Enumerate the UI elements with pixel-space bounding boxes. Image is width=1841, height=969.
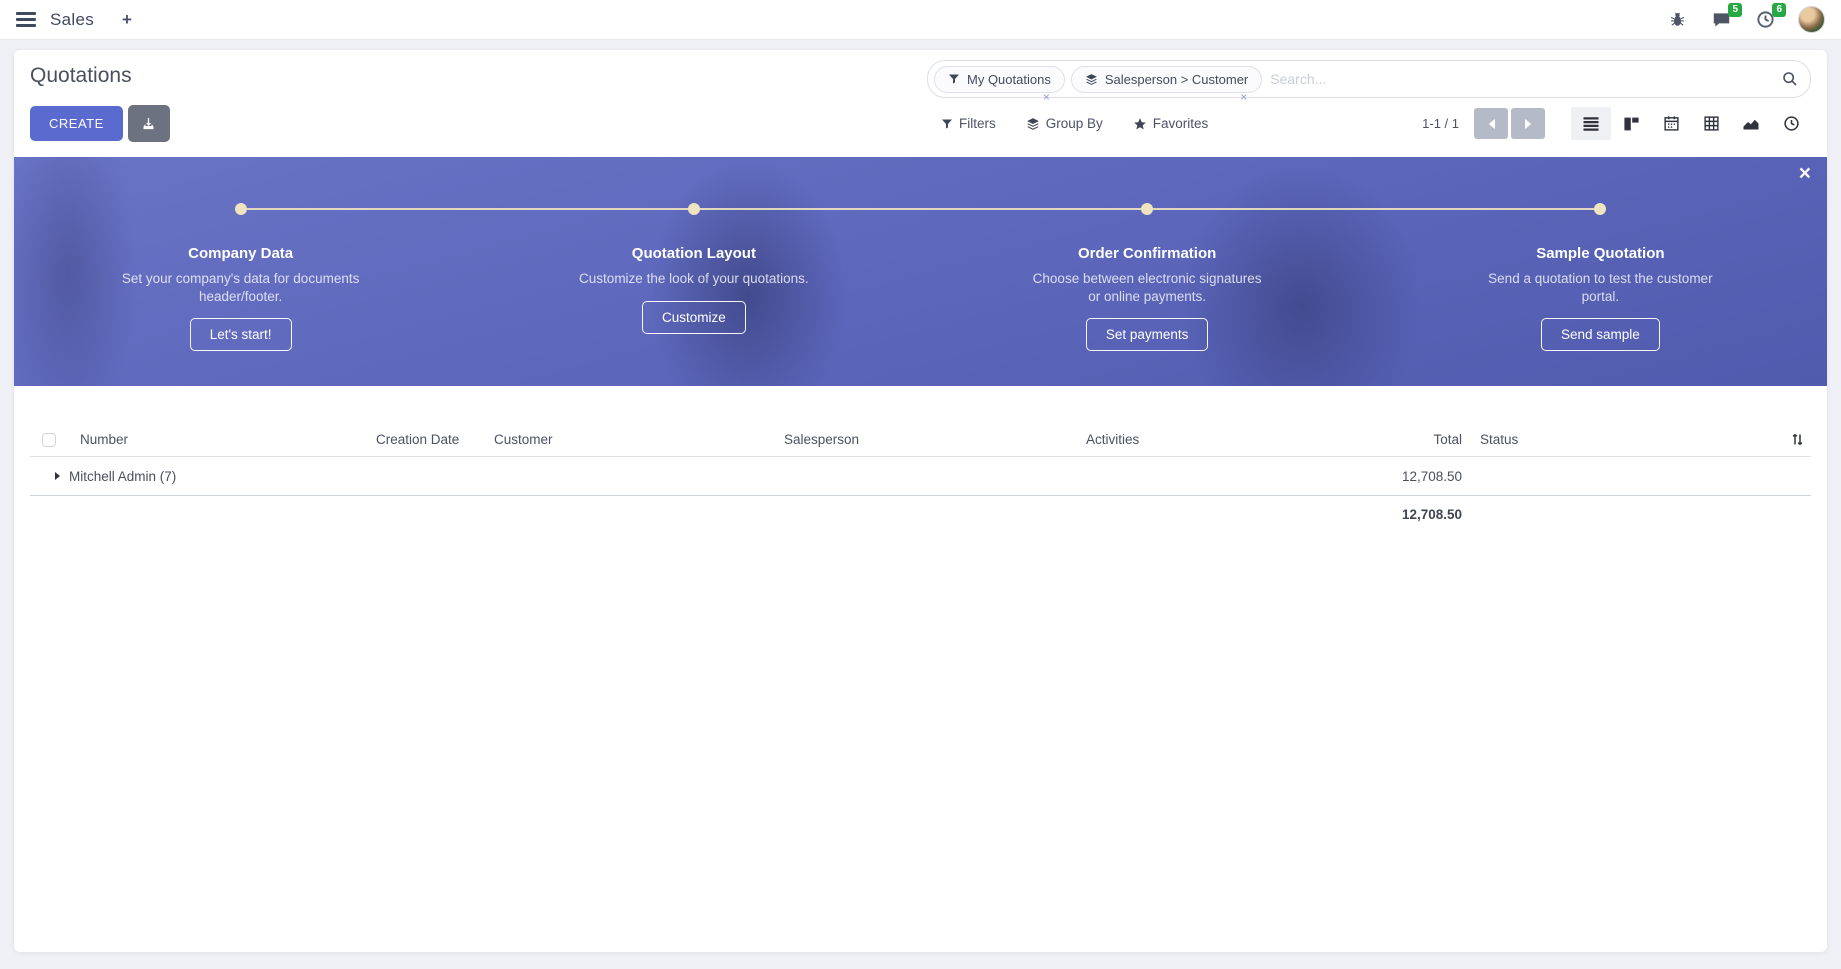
create-button[interactable]: CREATE: [30, 106, 123, 141]
group-label[interactable]: Mitchell Admin (7): [69, 469, 176, 484]
view-list-button[interactable]: [1571, 107, 1611, 140]
graph-view-icon: [1742, 116, 1760, 131]
filter-icon: [948, 73, 960, 85]
pivot-view-icon: [1703, 115, 1720, 132]
activities-count-badge: 6: [1772, 3, 1786, 17]
search-input[interactable]: [1268, 70, 1782, 88]
user-avatar[interactable]: [1798, 6, 1825, 33]
group-by-label: Group By: [1046, 116, 1103, 131]
facet-label: My Quotations: [967, 72, 1051, 87]
pager-previous-button[interactable]: [1474, 108, 1508, 139]
step-description: Customize the look of your quotations.: [579, 270, 809, 288]
column-header-total[interactable]: Total: [1308, 432, 1470, 447]
step-description: Choose between electronic signatures or …: [1027, 270, 1267, 305]
calendar-view-icon: [1663, 115, 1680, 132]
set-payments-button[interactable]: Set payments: [1086, 318, 1209, 351]
layers-icon: [1026, 117, 1040, 131]
send-sample-button[interactable]: Send sample: [1541, 318, 1660, 351]
column-header-salesperson[interactable]: Salesperson: [780, 432, 1082, 447]
activity-view-icon: [1783, 115, 1800, 132]
chevron-right-icon: [1524, 118, 1533, 130]
timeline-dot: [235, 203, 247, 215]
quick-add-icon[interactable]: +: [122, 10, 132, 30]
step-title: Order Confirmation: [1078, 245, 1216, 262]
group-total: 12,708.50: [1308, 469, 1470, 484]
filters-dropdown[interactable]: Filters: [941, 116, 996, 131]
list-footer-row: 12,708.50: [30, 495, 1811, 532]
column-header-status[interactable]: Status: [1470, 432, 1770, 447]
select-all-checkbox[interactable]: [42, 433, 56, 447]
search-icon[interactable]: [1782, 71, 1798, 87]
facet-label: Salesperson > Customer: [1105, 72, 1248, 87]
view-calendar-button[interactable]: [1651, 107, 1691, 140]
view-kanban-button[interactable]: [1611, 107, 1651, 140]
star-icon: [1133, 117, 1147, 131]
view-activity-button[interactable]: [1771, 107, 1811, 140]
group-row-mitchell-admin[interactable]: Mitchell Admin (7) 12,708.50: [30, 457, 1811, 496]
messages-count-badge: 5: [1728, 3, 1742, 17]
column-header-customer[interactable]: Customer: [490, 432, 780, 447]
facet-remove-icon[interactable]: ×: [1240, 91, 1247, 103]
view-pivot-button[interactable]: [1691, 107, 1731, 140]
control-panel: Quotations My Quotations × Salesperson >…: [14, 50, 1827, 142]
content-card: Quotations My Quotations × Salesperson >…: [14, 50, 1827, 952]
timeline-dot: [1594, 203, 1606, 215]
footer-total: 12,708.50: [1308, 507, 1470, 522]
messages-icon[interactable]: 5: [1710, 9, 1732, 31]
lets-start-button[interactable]: Let's start!: [190, 318, 292, 351]
top-navbar: Sales + 5 6: [0, 0, 1841, 40]
onboarding-step-company-data: Company Data Set your company's data for…: [14, 227, 467, 351]
layers-icon: [1085, 73, 1098, 86]
view-graph-button[interactable]: [1731, 107, 1771, 140]
facet-remove-icon[interactable]: ×: [1043, 91, 1050, 103]
filters-label: Filters: [959, 116, 996, 131]
onboarding-step-sample-quotation: Sample Quotation Send a quotation to tes…: [1374, 227, 1827, 351]
kanban-view-icon: [1623, 116, 1640, 132]
expand-caret-icon[interactable]: [55, 472, 60, 480]
banner-close-icon[interactable]: ×: [1799, 163, 1811, 184]
chevron-left-icon: [1487, 118, 1496, 130]
pager-range: 1-1 / 1: [1422, 116, 1459, 131]
view-switcher: [1571, 107, 1811, 140]
search-facet-groupby[interactable]: Salesperson > Customer ×: [1071, 66, 1262, 93]
step-title: Sample Quotation: [1536, 245, 1664, 262]
filter-icon: [941, 118, 953, 130]
optional-columns-icon[interactable]: [1790, 432, 1805, 447]
favorites-dropdown[interactable]: Favorites: [1133, 116, 1209, 131]
onboarding-step-order-confirmation: Order Confirmation Choose between electr…: [921, 227, 1374, 351]
customize-button[interactable]: Customize: [642, 301, 746, 334]
download-icon: [141, 116, 156, 131]
step-title: Quotation Layout: [632, 245, 756, 262]
column-header-creation-date[interactable]: Creation Date: [372, 432, 490, 447]
debug-bug-icon[interactable]: [1666, 9, 1688, 31]
favorites-label: Favorites: [1153, 116, 1209, 131]
app-name[interactable]: Sales: [50, 10, 94, 30]
onboarding-banner: × Company Data Set your company's data f…: [14, 157, 1827, 386]
timeline-dot: [688, 203, 700, 215]
page-title: Quotations: [30, 60, 927, 88]
search-bar[interactable]: My Quotations × Salesperson > Customer ×: [927, 60, 1811, 98]
search-facet-my-quotations[interactable]: My Quotations ×: [934, 66, 1065, 93]
timeline-dot: [1141, 203, 1153, 215]
activities-clock-icon[interactable]: 6: [1754, 9, 1776, 31]
pager-next-button[interactable]: [1511, 108, 1545, 139]
apps-menu-icon[interactable]: [16, 12, 36, 27]
onboarding-step-quotation-layout: Quotation Layout Customize the look of y…: [467, 227, 920, 351]
list-view-icon: [1582, 116, 1600, 132]
onboarding-timeline: [241, 208, 1601, 210]
group-by-dropdown[interactable]: Group By: [1026, 116, 1103, 131]
import-button[interactable]: [128, 105, 170, 142]
step-title: Company Data: [188, 245, 293, 262]
step-description: Set your company's data for documents he…: [121, 270, 361, 305]
list-header-row: Number Creation Date Customer Salesperso…: [30, 423, 1811, 457]
column-header-number[interactable]: Number: [76, 432, 372, 447]
column-header-activities[interactable]: Activities: [1082, 432, 1308, 447]
step-description: Send a quotation to test the customer po…: [1480, 270, 1720, 305]
quotations-list: Number Creation Date Customer Salesperso…: [14, 423, 1827, 532]
